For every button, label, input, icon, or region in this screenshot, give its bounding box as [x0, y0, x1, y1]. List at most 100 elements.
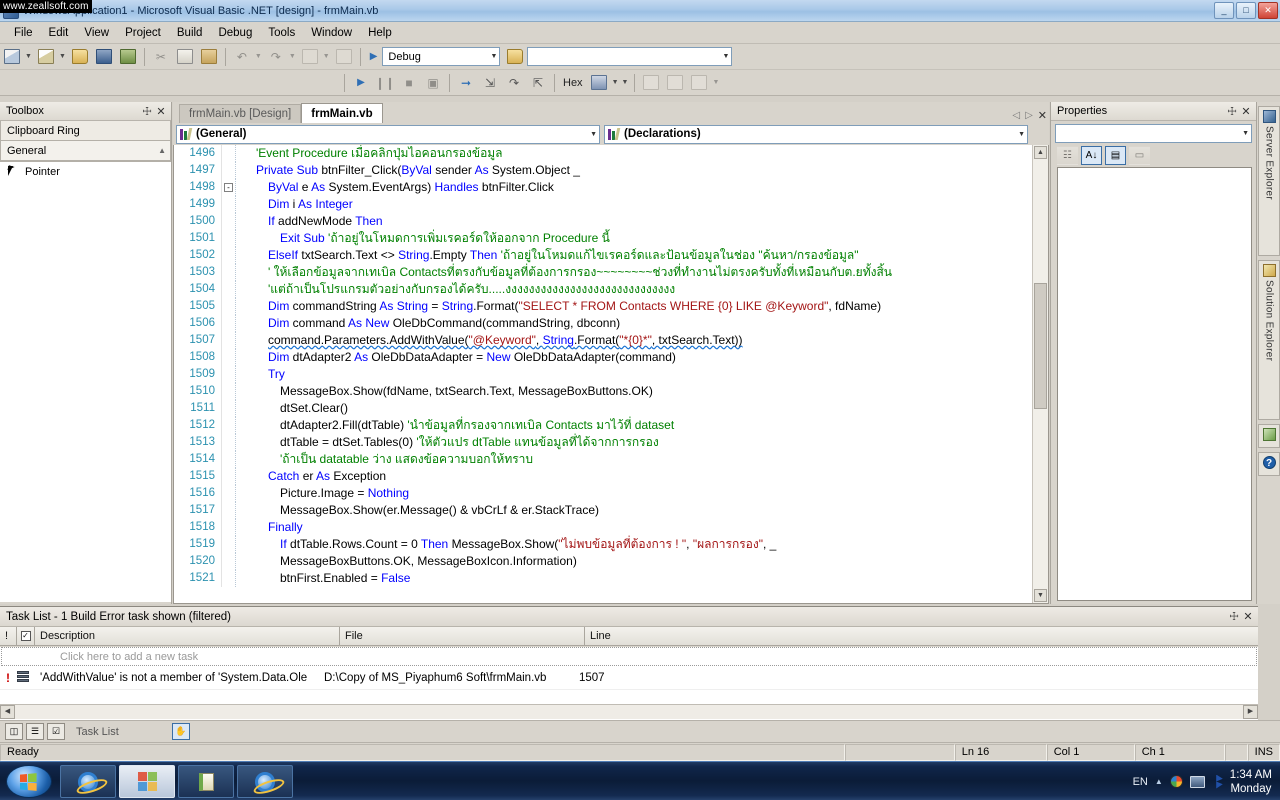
scroll-down-icon[interactable]: ▼	[1034, 589, 1047, 602]
properties-grid[interactable]	[1057, 167, 1252, 601]
code-line[interactable]: 1521btnFirst.Enabled = False	[174, 570, 1032, 587]
start-icon[interactable]: ▶	[350, 72, 372, 94]
fold-margin[interactable]	[222, 349, 236, 366]
taskbar-item-visual-studio[interactable]	[119, 765, 175, 798]
fold-margin[interactable]	[222, 145, 236, 162]
code-line[interactable]: 1500If addNewMode Then	[174, 213, 1032, 230]
fold-margin[interactable]	[222, 451, 236, 468]
start-orb-icon[interactable]	[6, 765, 52, 798]
code-line[interactable]: 1518Finally	[174, 519, 1032, 536]
menu-tools[interactable]: Tools	[260, 24, 303, 42]
table-row[interactable]: ! 'AddWithValue' is not a member of 'Sys…	[0, 666, 1258, 690]
window-list-dropdown-icon[interactable]: ▼	[612, 79, 619, 86]
fold-margin[interactable]	[222, 366, 236, 383]
code-line[interactable]: 1502ElseIf txtSearch.Text <> String.Empt…	[174, 247, 1032, 264]
fold-margin[interactable]	[222, 553, 236, 570]
menu-window[interactable]: Window	[303, 24, 360, 42]
code-line[interactable]: 1506Dim command As New OleDbCommand(comm…	[174, 315, 1032, 332]
tab-frmmain-code[interactable]: frmMain.vb	[301, 103, 382, 123]
security-center-icon[interactable]	[1170, 775, 1183, 788]
menu-build[interactable]: Build	[169, 24, 211, 42]
class-name-combo[interactable]: (General) ▼	[176, 125, 600, 144]
window-list-icon[interactable]	[588, 72, 610, 94]
code-line[interactable]: 1513dtTable = dtSet.Tables(0) 'ให้ตัวแปร…	[174, 434, 1032, 451]
categorized-icon[interactable]: ☷	[1057, 146, 1078, 165]
column-header-line[interactable]: Line	[585, 627, 1258, 645]
fold-margin[interactable]	[222, 383, 236, 400]
code-line[interactable]: 1510MessageBox.Show(fdName, txtSearch.Te…	[174, 383, 1032, 400]
fold-margin[interactable]	[222, 264, 236, 281]
menu-debug[interactable]: Debug	[210, 24, 260, 42]
fold-margin[interactable]	[222, 247, 236, 264]
save-all-icon[interactable]	[117, 46, 139, 68]
tab-scroll-left-icon[interactable]: ◁	[1012, 110, 1020, 121]
show-hidden-icons-icon[interactable]: ▲	[1155, 777, 1163, 786]
fold-margin[interactable]	[222, 519, 236, 536]
toolbox-item-pointer[interactable]: Pointer	[0, 162, 171, 182]
pin-icon[interactable]: ☩	[1227, 610, 1241, 623]
fold-margin[interactable]	[222, 417, 236, 434]
toolbox-tab-clipboard-ring[interactable]: Clipboard Ring	[0, 121, 171, 141]
member-name-combo[interactable]: (Declarations) ▼	[604, 125, 1028, 144]
code-line[interactable]: 1508Dim dtAdapter2 As OleDbDataAdapter =…	[174, 349, 1032, 366]
cut-icon[interactable]: ✂	[150, 46, 172, 68]
find-combo[interactable]: ▼	[527, 47, 732, 66]
code-lines-container[interactable]: 1496'Event Procedure เมื่อคลิกปุ่มไอคอนก…	[174, 145, 1032, 603]
close-icon[interactable]: ✕	[1239, 105, 1253, 118]
tab-scroll-right-icon[interactable]: ▷	[1025, 110, 1033, 121]
new-project-icon[interactable]	[1, 46, 23, 68]
checklist-icon[interactable]: ☑	[47, 723, 65, 740]
fold-margin[interactable]	[222, 281, 236, 298]
undo-icon[interactable]: ↶	[231, 46, 253, 68]
step-into-icon[interactable]: ⇲	[479, 72, 501, 94]
sidebar-item-data-sources[interactable]	[1258, 424, 1280, 448]
code-line[interactable]: 1507command.Parameters.AddWithValue("@Ke…	[174, 332, 1032, 349]
network-icon[interactable]	[1190, 776, 1205, 788]
fold-margin[interactable]	[222, 298, 236, 315]
solution-configuration-combo[interactable]: Debug ▼	[382, 47, 500, 66]
code-line[interactable]: 1514'ถ้าเป็น datatable ว่าง แสดงข้อความบ…	[174, 451, 1032, 468]
hand-pointer-icon[interactable]: ✋	[172, 723, 190, 740]
bookmark-dropdown-icon[interactable]: ▼	[712, 79, 719, 86]
pin-icon[interactable]: ☩	[1225, 105, 1239, 118]
column-header-description[interactable]: Description	[35, 627, 340, 645]
scroll-left-icon[interactable]: ◀	[0, 705, 15, 719]
close-icon[interactable]: ✕	[1241, 610, 1255, 623]
code-line[interactable]: 1515Catch er As Exception	[174, 468, 1032, 485]
new-website-dropdown-icon[interactable]: ▼	[59, 53, 66, 60]
taskbar-item-document[interactable]	[178, 765, 234, 798]
sidebar-item-solution-explorer[interactable]: Solution Explorer	[1258, 260, 1280, 420]
code-line[interactable]: 1520MessageBoxButtons.OK, MessageBoxIcon…	[174, 553, 1032, 570]
task-list-icon[interactable]: ☰	[26, 723, 44, 740]
task-list-horizontal-scrollbar[interactable]: ◀ ▶	[0, 704, 1258, 719]
output-window-icon[interactable]: ◫	[5, 723, 23, 740]
code-line[interactable]: 1512dtAdapter2.Fill(dtTable) 'นำข้อมูลที…	[174, 417, 1032, 434]
scroll-right-icon[interactable]: ▶	[1243, 705, 1258, 719]
maximize-button[interactable]: □	[1236, 2, 1256, 19]
fold-margin[interactable]	[222, 315, 236, 332]
paste-icon[interactable]	[198, 46, 220, 68]
column-header-severity[interactable]: !	[0, 627, 17, 645]
hexadecimal-display-button[interactable]: Hex	[559, 77, 587, 89]
step-out-icon[interactable]: ⇱	[527, 72, 549, 94]
fold-margin[interactable]	[222, 468, 236, 485]
navigate-forward-icon[interactable]	[333, 46, 355, 68]
fold-margin[interactable]	[222, 400, 236, 417]
menu-help[interactable]: Help	[360, 24, 400, 42]
collapse-icon[interactable]: -	[224, 183, 233, 192]
scroll-up-icon[interactable]: ▲	[1034, 146, 1047, 159]
undo-dropdown-icon[interactable]: ▼	[255, 53, 262, 60]
save-icon[interactable]	[93, 46, 115, 68]
bluetooth-icon[interactable]	[1212, 775, 1223, 789]
editor-vertical-scrollbar[interactable]: ▲ ▼	[1032, 145, 1048, 603]
toolbar-overflow-icon[interactable]: ▼	[622, 79, 629, 86]
menu-project[interactable]: Project	[117, 24, 169, 42]
scroll-up-icon[interactable]: ▲	[158, 146, 166, 155]
code-line[interactable]: 1501Exit Sub 'ถ้าอยู่ในโหมดการเพิ่มเรคอร…	[174, 230, 1032, 247]
redo-dropdown-icon[interactable]: ▼	[289, 53, 296, 60]
alphabetic-icon[interactable]: A↓	[1081, 146, 1102, 165]
new-project-dropdown-icon[interactable]: ▼	[25, 53, 32, 60]
code-line[interactable]: 1511dtSet.Clear()	[174, 400, 1032, 417]
fold-margin[interactable]	[222, 213, 236, 230]
fold-margin[interactable]	[222, 162, 236, 179]
